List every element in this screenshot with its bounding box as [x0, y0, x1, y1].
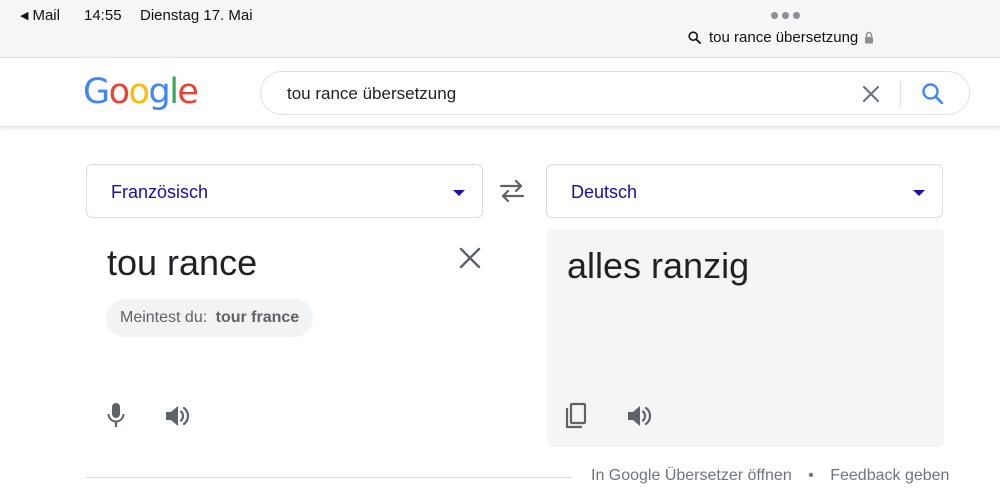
translation-text: alles ranzig	[567, 245, 750, 286]
status-time: 14:55	[84, 7, 122, 24]
speaker-icon[interactable]	[625, 402, 653, 430]
swap-languages-icon[interactable]	[497, 178, 527, 204]
dropdown-caret-icon	[453, 190, 465, 196]
search-divider	[900, 81, 901, 107]
source-text-input[interactable]: tou rance	[107, 242, 257, 284]
footer-separator: •	[808, 467, 814, 484]
mic-icon[interactable]	[104, 401, 128, 429]
speaker-icon[interactable]	[163, 402, 191, 430]
lock-icon	[865, 31, 874, 44]
more-dots-icon[interactable]	[771, 12, 800, 19]
clear-search-icon[interactable]	[859, 82, 883, 106]
search-icon	[688, 31, 701, 44]
search-icon[interactable]	[920, 81, 946, 107]
back-to-mail-button[interactable]: ◀ Mail	[20, 7, 60, 24]
did-you-mean-chip[interactable]: Meintest du: tour france	[106, 299, 314, 337]
status-date: Dienstag 17. Mai	[140, 7, 253, 24]
suggestion-prefix: Meintest du:	[120, 309, 208, 326]
search-input[interactable]: tou rance übersetzung	[287, 84, 456, 104]
google-logo[interactable]: Google	[83, 72, 199, 112]
translator-footer: In Google Übersetzer öffnen • Feedback g…	[591, 467, 949, 485]
clear-source-icon[interactable]	[457, 245, 483, 271]
suggestion-value: tour france	[215, 309, 300, 326]
back-triangle-icon: ◀	[20, 10, 29, 22]
source-language-dropdown[interactable]: Französisch	[86, 164, 483, 218]
source-language-label: Französisch	[111, 182, 209, 202]
target-language-label: Deutsch	[571, 182, 638, 202]
back-app-label: Mail	[32, 7, 60, 24]
target-language-dropdown[interactable]: Deutsch	[546, 164, 943, 218]
google-header: Google tou rance übersetzung	[0, 58, 1000, 126]
open-google-translate-link[interactable]: In Google Übersetzer öffnen	[591, 467, 792, 484]
safari-top-bar: ◀ Mail 14:55 Dienstag 17. Mai tou rance ü…	[0, 0, 1000, 58]
translation-output-panel: alles ranzig	[547, 229, 944, 447]
dropdown-caret-icon	[913, 190, 925, 196]
copy-icon[interactable]	[563, 401, 589, 431]
address-bar[interactable]: tou rance übersetzung	[688, 29, 882, 46]
footer-divider	[86, 477, 572, 478]
search-box[interactable]: tou rance übersetzung	[260, 71, 970, 115]
address-text: tou rance übersetzung	[709, 29, 859, 46]
feedback-link[interactable]: Feedback geben	[830, 467, 949, 484]
